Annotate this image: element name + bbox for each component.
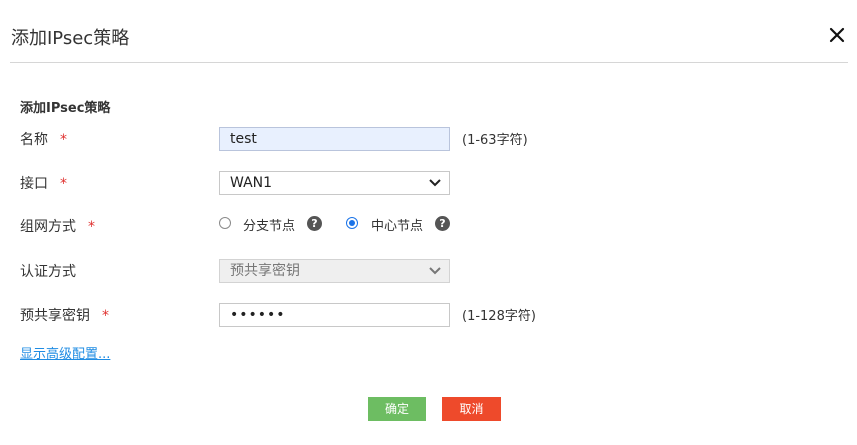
name-label: 名称 * <box>20 131 67 149</box>
name-input[interactable] <box>219 127 450 151</box>
show-advanced-link[interactable]: 显示高级配置... <box>20 343 110 362</box>
network-mode-label-text: 组网方式 <box>20 219 76 235</box>
cancel-button[interactable]: 取消 <box>442 397 501 421</box>
center-node-label: 中心节点 <box>371 219 424 234</box>
close-icon[interactable] <box>826 24 848 46</box>
center-node-radio[interactable] <box>346 217 358 229</box>
name-hint: (1-63字符) <box>462 133 528 148</box>
title-divider <box>10 62 848 63</box>
required-mark: * <box>88 219 95 235</box>
interface-select-value: WAN1 <box>230 175 273 191</box>
branch-node-radio[interactable] <box>219 217 231 229</box>
auth-method-select: 预共享密钥 <box>219 259 450 283</box>
dialog-title: 添加IPsec策略 <box>11 28 130 49</box>
psk-input[interactable] <box>219 303 450 327</box>
interface-label: 接口 * <box>20 175 67 193</box>
branch-node-label: 分支节点 <box>243 219 296 234</box>
psk-label: 预共享密钥 * <box>20 307 109 325</box>
help-icon[interactable]: ? <box>435 216 450 231</box>
auth-method-label: 认证方式 <box>20 263 76 281</box>
auth-method-select-value: 预共享密钥 <box>230 263 300 279</box>
required-mark: * <box>60 176 67 192</box>
help-icon[interactable]: ? <box>307 216 322 231</box>
auth-method-label-text: 认证方式 <box>20 264 76 280</box>
name-label-text: 名称 <box>20 132 48 148</box>
interface-label-text: 接口 <box>20 176 48 192</box>
interface-select[interactable]: WAN1 <box>219 171 450 195</box>
chevron-down-icon <box>429 179 441 187</box>
psk-hint: (1-128字符) <box>462 309 536 324</box>
required-mark: * <box>60 132 67 148</box>
network-mode-label: 组网方式 * <box>20 218 95 236</box>
required-mark: * <box>102 308 109 324</box>
section-title: 添加IPsec策略 <box>20 101 111 116</box>
chevron-down-icon <box>429 267 441 275</box>
ok-button[interactable]: 确定 <box>368 397 426 421</box>
psk-label-text: 预共享密钥 <box>20 308 90 324</box>
